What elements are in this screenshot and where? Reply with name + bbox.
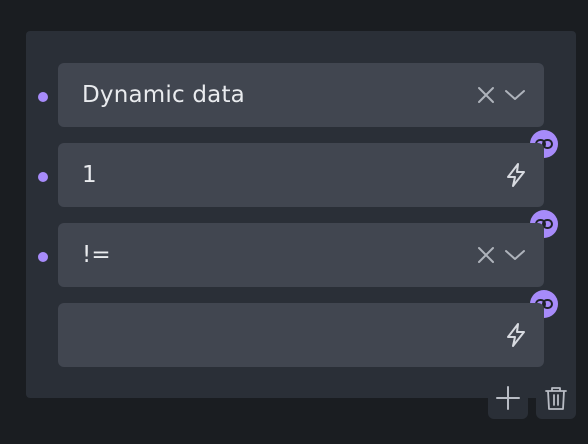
clear-icon[interactable] [476,85,496,105]
delete-condition-button[interactable] [536,378,576,419]
value-input[interactable]: 1 [58,143,544,207]
row-indicator-dot [38,92,48,102]
add-condition-button[interactable] [488,378,528,419]
dynamic-data-select[interactable]: Dynamic data [58,63,544,127]
operator-select[interactable]: != [58,223,544,287]
chevron-down-icon[interactable] [504,245,526,265]
clear-icon[interactable] [476,245,496,265]
value-input-text: 1 [82,162,97,188]
lightning-icon[interactable] [502,321,530,349]
plus-icon [496,386,520,410]
compare-value-input[interactable] [58,303,544,367]
row-indicator-dot [38,172,48,182]
chevron-down-icon[interactable] [504,85,526,105]
row-indicator-dot [38,252,48,262]
lightning-icon[interactable] [502,161,530,189]
dynamic-data-select-value: Dynamic data [82,82,245,108]
trash-icon [545,387,567,410]
operator-select-value: != [82,242,111,268]
